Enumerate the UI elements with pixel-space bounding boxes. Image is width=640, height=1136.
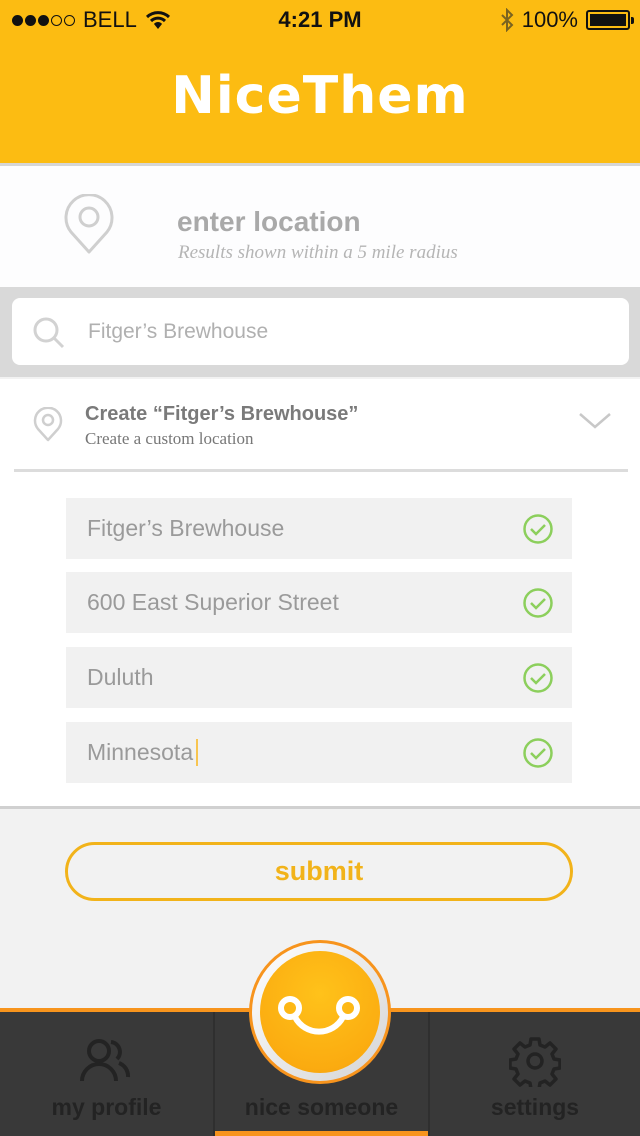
street-field[interactable]	[66, 572, 572, 633]
search-bar	[0, 287, 640, 377]
tab-settings[interactable]: settings	[430, 1012, 640, 1136]
check-circle-icon	[523, 663, 553, 693]
location-pin-icon	[33, 407, 63, 442]
search-icon	[33, 317, 65, 349]
battery-percent: 100%	[521, 7, 578, 32]
name-field[interactable]	[66, 498, 572, 559]
location-header: enter location Results shown within a 5 …	[0, 166, 640, 287]
city-input[interactable]	[87, 647, 507, 708]
location-subtitle: Results shown within a 5 mile radius	[178, 242, 458, 263]
battery-icon	[586, 10, 634, 30]
status-bar: BELL 4:21 PM 100%	[0, 0, 640, 40]
check-circle-icon	[523, 738, 553, 768]
app-header: BELL 4:21 PM 100% NiceThem	[0, 0, 640, 163]
nice-someone-button[interactable]	[249, 940, 391, 1084]
check-circle-icon	[523, 588, 553, 618]
city-field[interactable]	[66, 647, 572, 708]
users-icon	[80, 1039, 130, 1082]
create-location-subtitle: Create a custom location	[85, 429, 254, 448]
location-pin-icon	[64, 194, 114, 254]
tab-my-profile[interactable]: my profile	[0, 1012, 213, 1136]
name-input[interactable]	[87, 498, 507, 559]
location-title: enter location	[177, 206, 361, 237]
check-circle-icon	[523, 514, 553, 544]
create-location-row[interactable]: Create “Fitger’s Brewhouse” Create a cus…	[0, 379, 640, 471]
gear-icon	[509, 1037, 561, 1087]
submit-button[interactable]: submit	[65, 842, 573, 901]
tab-label: nice someone	[244, 1094, 399, 1120]
create-location-title: Create “Fitger’s Brewhouse”	[85, 403, 359, 425]
street-input[interactable]	[87, 572, 507, 633]
search-box[interactable]	[12, 298, 629, 365]
smiley-icon	[278, 996, 360, 1035]
status-right: 100%	[500, 7, 634, 33]
state-input[interactable]	[87, 722, 507, 783]
tab-label: settings	[490, 1094, 580, 1120]
custom-location-form: Create “Fitger’s Brewhouse” Create a cus…	[0, 379, 640, 806]
bluetooth-icon	[501, 8, 514, 32]
app-logo: NiceThem	[171, 66, 469, 126]
active-tab-indicator	[215, 1131, 428, 1136]
divider	[0, 806, 640, 809]
search-input[interactable]	[88, 298, 608, 365]
chevron-down-icon[interactable]	[578, 411, 612, 431]
divider	[14, 469, 628, 472]
tab-label: my profile	[51, 1094, 162, 1120]
state-field[interactable]	[66, 722, 572, 783]
text-cursor	[196, 739, 198, 766]
